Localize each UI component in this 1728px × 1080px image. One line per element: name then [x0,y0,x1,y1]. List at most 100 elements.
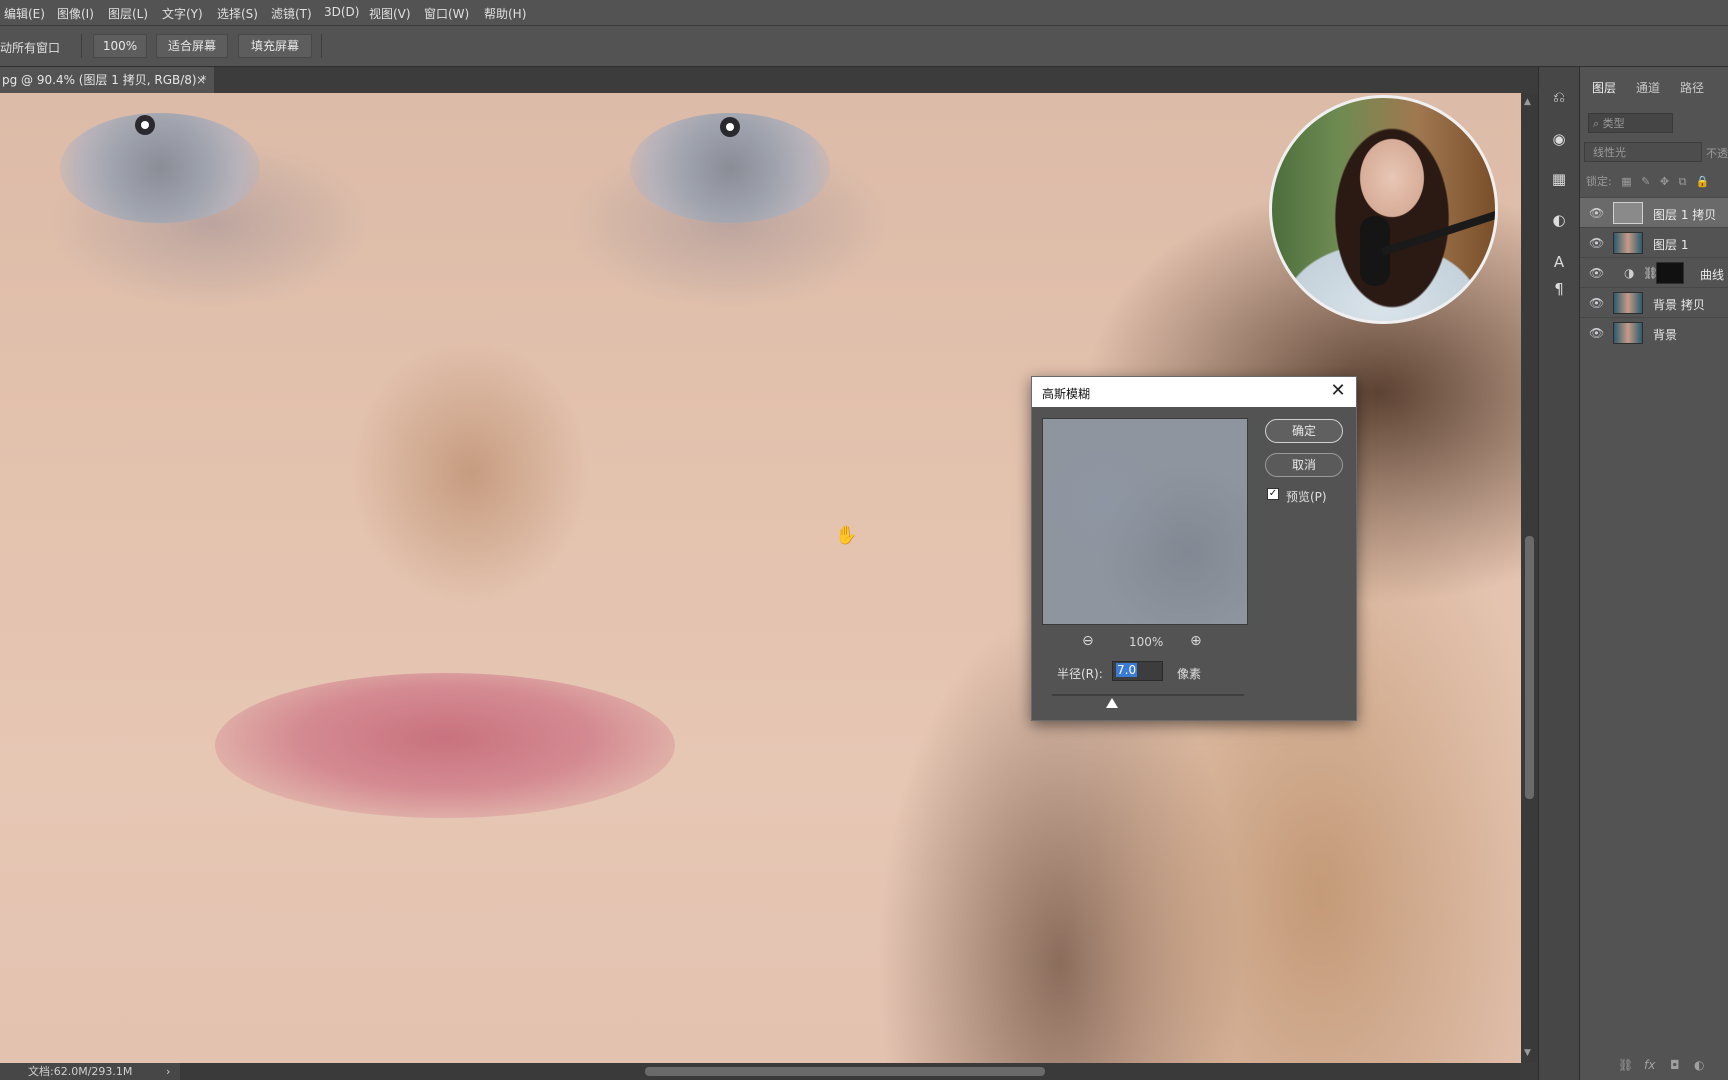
preview-zoom-value: 100% [1129,635,1164,649]
layer-name: 图层 1 [1653,238,1689,252]
left-eye [60,113,260,223]
layer-row[interactable]: 👁 图层 1 拷贝 [1580,197,1728,228]
filter-preview[interactable] [1042,418,1248,625]
ok-button[interactable]: 确定 [1265,419,1343,443]
menu-help[interactable]: 帮助(H) [484,5,526,22]
tab-layers[interactable]: 图层 [1584,75,1624,101]
scroll-all-windows-checkbox-label[interactable]: 动所有窗口 [0,39,60,56]
radius-value: 7.0 [1116,663,1138,677]
radius-input[interactable]: 7.0 [1112,661,1163,681]
menu-bar: 编辑(E) 图像(I) 图层(L) 文字(Y) 选择(S) 滤镜(T) 3D(D… [0,0,1728,26]
dialog-title: 高斯模糊 [1042,387,1091,401]
tab-channels[interactable]: 通道 [1628,75,1668,101]
lock-transparency-icon[interactable]: ▦ [1621,175,1631,188]
preview-checkbox-label[interactable]: 预览(P) [1286,488,1327,505]
layers-panel: 图层 通道 路径 ⌕ 类型 线性光 不透 锁定: ▦ ✎ ✥ ⧉ 🔒 👁 图层 … [1579,67,1728,1080]
fill-screen-button[interactable]: 填充屏幕 [238,34,312,58]
dialog-title-bar[interactable]: 高斯模糊 ✕ [1032,377,1356,407]
layer-row[interactable]: 👁 ◑ ⛓ 曲线 [1580,257,1728,288]
adjustments-icon[interactable]: ◐ [1549,210,1569,230]
document-tab-title: pg @ 90.4% (图层 1 拷贝, RGB/8) * [2,73,207,87]
lock-brush-icon[interactable]: ✎ [1641,175,1650,188]
menu-select[interactable]: 选择(S) [217,5,258,22]
layer-thumbnail [1613,232,1643,254]
add-mask-icon[interactable]: ◘ [1670,1058,1680,1072]
right-pupil [720,117,740,137]
paragraph-icon[interactable]: ¶ [1549,279,1569,299]
options-separator [321,34,322,58]
visibility-eye-icon[interactable]: 👁 [1589,326,1604,340]
gaussian-blur-dialog: 高斯模糊 ✕ 确定 取消 ✓ 预览(P) ⊖ 100% ⊕ 半径(R): 7.0… [1031,376,1357,721]
vertical-scrollbar[interactable]: ▲ ▼ [1521,93,1538,1063]
fit-screen-button[interactable]: 适合屏幕 [156,34,228,58]
visibility-eye-icon[interactable]: 👁 [1589,266,1604,280]
layer-row[interactable]: 👁 图层 1 [1580,227,1728,258]
scroll-up-icon[interactable]: ▲ [1524,97,1531,107]
options-separator [81,34,82,58]
layer-name: 图层 1 拷贝 [1653,208,1717,222]
panel-icon-strip: ⎌ ◉ ▦ ◐ A ¶ [1538,67,1580,1080]
close-icon[interactable]: ✕ [1328,380,1348,402]
layer-name: 曲线 [1700,268,1725,282]
microphone-arm [1380,211,1495,256]
cancel-button[interactable]: 取消 [1265,453,1343,477]
menu-3d[interactable]: 3D(D) [324,5,359,19]
options-bar: 动所有窗口 100% 适合屏幕 填充屏幕 [0,26,1728,67]
lock-move-icon[interactable]: ✥ [1660,175,1669,188]
menu-window[interactable]: 窗口(W) [424,5,469,22]
layers-panel-footer: ⛓ fx ◘ ◐ [1580,1052,1728,1080]
menu-edit[interactable]: 编辑(E) [4,5,45,22]
menu-layer[interactable]: 图层(L) [108,5,148,22]
tab-paths[interactable]: 路径 [1672,75,1712,101]
horizontal-scroll-thumb[interactable] [645,1067,1045,1076]
layer-name: 背景 拷贝 [1653,298,1705,312]
layer-name: 背景 [1653,328,1678,342]
link-layers-icon[interactable]: ⛓ [1618,1058,1633,1072]
color-palette-icon[interactable]: ◉ [1549,129,1569,149]
lock-row: 锁定: ▦ ✎ ✥ ⧉ 🔒 [1586,173,1710,189]
menu-image[interactable]: 图像(I) [57,5,94,22]
new-adjustment-icon[interactable]: ◐ [1694,1058,1704,1072]
status-bar: 文档:62.0M/293.1M › [0,1063,180,1080]
document-tab[interactable]: pg @ 90.4% (图层 1 拷贝, RGB/8) * × [0,67,214,93]
visibility-eye-icon[interactable]: 👁 [1589,236,1604,250]
vertical-scroll-thumb[interactable] [1525,536,1534,799]
radius-label: 半径(R): [1057,667,1103,681]
zoom-percent-field[interactable]: 100% [93,34,147,58]
lock-all-icon[interactable]: 🔒 [1696,175,1710,188]
layer-mask-thumbnail [1656,262,1684,284]
horizontal-scrollbar[interactable] [180,1063,1520,1080]
layer-row[interactable]: 👁 背景 [1580,317,1728,348]
swatches-grid-icon[interactable]: ▦ [1549,169,1569,189]
layer-thumbnail [1613,202,1643,224]
close-tab-icon[interactable]: × [196,67,206,93]
blend-mode-select[interactable]: 线性光 [1584,142,1702,162]
zoom-in-icon[interactable]: ⊕ [1190,633,1202,649]
menu-view[interactable]: 视图(V) [369,5,411,22]
layer-row[interactable]: 👁 背景 拷贝 [1580,287,1728,318]
fx-icon[interactable]: fx [1644,1058,1655,1072]
preview-zoom-controls: ⊖ 100% ⊕ [1042,633,1248,653]
layer-thumbnail [1613,322,1643,344]
opacity-label: 不透 [1706,147,1728,160]
character-icon[interactable]: A [1549,252,1569,272]
visibility-eye-icon[interactable]: 👁 [1589,296,1604,310]
menu-type[interactable]: 文字(Y) [162,5,203,22]
status-menu-arrow-icon[interactable]: › [166,1063,170,1080]
layer-filter-placeholder: 类型 [1602,117,1625,130]
lock-label: 锁定: [1586,175,1612,188]
radius-slider-track[interactable] [1052,694,1244,696]
visibility-eye-icon[interactable]: 👁 [1589,206,1604,220]
layer-filter-input[interactable]: ⌕ 类型 [1588,113,1673,133]
scroll-down-icon[interactable]: ▼ [1524,1048,1531,1058]
preview-checkbox[interactable]: ✓ [1267,488,1279,500]
hand-cursor-icon: ✋ [835,525,858,546]
panel-tabs: 图层 通道 路径 [1580,75,1728,101]
lock-artboard-icon[interactable]: ⧉ [1679,175,1687,188]
zoom-out-icon[interactable]: ⊖ [1082,633,1094,649]
menu-filter[interactable]: 滤镜(T) [271,5,312,22]
radius-slider-thumb[interactable] [1106,698,1118,708]
history-icon[interactable]: ⎌ [1549,87,1569,107]
layer-thumbnail [1613,292,1643,314]
document-tab-bar: pg @ 90.4% (图层 1 拷贝, RGB/8) * × [0,67,1538,93]
